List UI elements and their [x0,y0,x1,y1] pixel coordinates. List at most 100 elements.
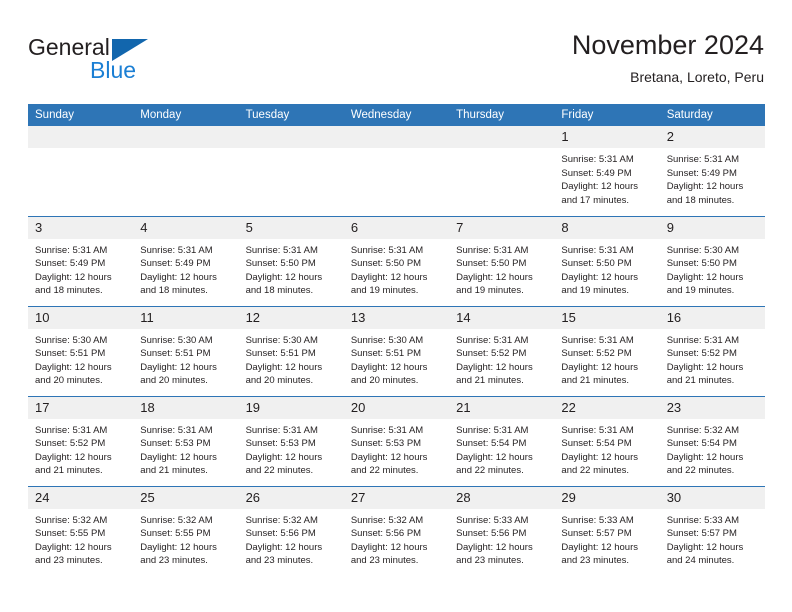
calendar-day-cell[interactable]: 16 Sunrise: 5:31 AM Sunset: 5:52 PM Dayligh… [659,305,765,396]
daylight-text: Daylight: 12 hours and 23 minutes. [140,541,217,567]
calendar-day-cell[interactable]: 20 Sunrise: 5:31 AM Sunset: 5:53 PM Dayligh… [343,395,450,486]
sunset-text: Sunset: 5:50 PM [350,258,422,269]
day-number: 1 [554,126,660,148]
day-details: Sunrise: 5:32 AM Sunset: 5:55 PM Daylight:… [133,509,238,568]
calendar-day-cell[interactable]: 27 Sunrise: 5:32 AM Sunset: 5:56 PM Dayligh… [343,485,450,576]
day-number: 8 [554,216,660,239]
sunrise-text: Sunrise: 5:30 AM [666,244,740,256]
sunrise-text: Sunrise: 5:31 AM [350,244,424,256]
sunset-text: Sunset: 5:51 PM [35,348,106,359]
day-number: 7 [449,216,555,239]
calendar-day-cell[interactable]: 14 Sunrise: 5:31 AM Sunset: 5:52 PM Dayligh… [449,305,555,396]
sunset-text: Sunset: 5:57 PM [666,528,737,539]
day-details: Sunrise: 5:32 AM Sunset: 5:56 PM Daylight:… [239,509,344,568]
day-number: 26 [238,486,344,509]
calendar-day-cell[interactable]: 25 Sunrise: 5:32 AM Sunset: 5:55 PM Dayligh… [133,485,239,576]
sunset-text: Sunset: 5:54 PM [561,438,632,449]
sunset-text: Sunset: 5:51 PM [140,348,211,359]
calendar-day-cell[interactable]: 8 Sunrise: 5:31 AM Sunset: 5:50 PM Daylight… [554,215,660,306]
sunset-text: Sunset: 5:56 PM [350,528,422,539]
daylight-text: Daylight: 12 hours and 21 minutes. [35,451,112,477]
calendar-day-cell[interactable]: 13 Sunrise: 5:30 AM Sunset: 5:51 PM Dayligh… [343,305,450,396]
calendar-day-cell[interactable]: 19 Sunrise: 5:31 AM Sunset: 5:53 PM Dayligh… [238,395,344,486]
calendar-day-cell[interactable]: 2 Sunrise: 5:31 AM Sunset: 5:49 PM Daylight… [659,126,765,216]
general-blue-logo[interactable]: General Blue [28,34,218,83]
day-details: Sunrise: 5:33 AM Sunset: 5:57 PM Daylight:… [660,509,765,568]
daylight-text: Daylight: 12 hours and 22 minutes. [245,451,323,477]
daylight-text: Daylight: 12 hours and 23 minutes. [456,541,533,567]
calendar-day-cell[interactable]: 7 Sunrise: 5:31 AM Sunset: 5:50 PM Daylight… [449,215,555,306]
day-number: 20 [343,396,450,419]
day-number: 19 [238,396,344,419]
day-number: 11 [133,306,239,329]
sunset-text: Sunset: 5:52 PM [666,348,737,359]
calendar-day-cell[interactable]: 17 Sunrise: 5:31 AM Sunset: 5:52 PM Dayligh… [28,395,134,486]
daylight-text: Daylight: 12 hours and 23 minutes. [35,541,112,567]
sunset-text: Sunset: 5:49 PM [35,258,106,269]
calendar-day-cell[interactable]: 29 Sunrise: 5:33 AM Sunset: 5:57 PM Dayligh… [554,485,660,576]
calendar-day-cell[interactable]: 6 Sunrise: 5:31 AM Sunset: 5:50 PM Daylight… [343,215,450,306]
day-details: Sunrise: 5:31 AM Sunset: 5:52 PM Daylight:… [554,329,659,388]
daylight-text: Daylight: 12 hours and 22 minutes. [350,451,428,477]
weekday-header-saturday: Saturday [659,104,765,126]
day-details: Sunrise: 5:33 AM Sunset: 5:56 PM Daylight:… [449,509,554,568]
calendar-day-cell[interactable]: 24 Sunrise: 5:32 AM Sunset: 5:55 PM Dayligh… [28,485,134,576]
calendar-day-cell[interactable]: 23 Sunrise: 5:32 AM Sunset: 5:54 PM Dayligh… [659,395,765,486]
calendar-day-cell[interactable]: 5 Sunrise: 5:31 AM Sunset: 5:50 PM Daylight… [238,215,344,306]
calendar-day-cell[interactable]: 9 Sunrise: 5:30 AM Sunset: 5:50 PM Daylight… [659,215,765,306]
daylight-text: Daylight: 12 hours and 21 minutes. [140,451,217,477]
calendar-day-cell[interactable]: 30 Sunrise: 5:33 AM Sunset: 5:57 PM Dayligh… [659,485,765,576]
calendar-page: General Blue November 2024 Bretana, Lore… [0,0,792,612]
sunset-text: Sunset: 5:54 PM [456,438,527,449]
calendar-day-cell[interactable]: 22 Sunrise: 5:31 AM Sunset: 5:54 PM Dayligh… [554,395,660,486]
sunrise-text: Sunrise: 5:31 AM [456,334,529,346]
sunrise-text: Sunrise: 5:30 AM [140,334,213,346]
day-details: Sunrise: 5:31 AM Sunset: 5:53 PM Daylight:… [133,419,238,478]
day-number: 13 [343,306,450,329]
sunset-text: Sunset: 5:52 PM [35,438,106,449]
sunset-text: Sunset: 5:56 PM [456,528,527,539]
day-number: 10 [28,306,134,329]
sunset-text: Sunset: 5:57 PM [561,528,632,539]
sunrise-text: Sunrise: 5:31 AM [35,424,108,436]
sunrise-text: Sunrise: 5:31 AM [666,334,740,346]
day-details: Sunrise: 5:32 AM Sunset: 5:54 PM Daylight:… [660,419,765,478]
day-details: Sunrise: 5:32 AM Sunset: 5:55 PM Daylight:… [28,509,133,568]
day-number: 22 [554,396,660,419]
day-number: 24 [28,486,134,509]
day-number: 18 [133,396,239,419]
calendar-day-cell[interactable]: 11 Sunrise: 5:30 AM Sunset: 5:51 PM Dayligh… [133,305,239,396]
calendar-day-cell[interactable]: 4 Sunrise: 5:31 AM Sunset: 5:49 PM Daylight… [133,215,239,306]
weekday-header-friday: Friday [554,104,660,126]
calendar-day-cell[interactable]: 26 Sunrise: 5:32 AM Sunset: 5:56 PM Dayligh… [238,485,344,576]
calendar-day-cell[interactable]: 28 Sunrise: 5:33 AM Sunset: 5:56 PM Dayligh… [449,485,555,576]
calendar-day-cell[interactable]: 3 Sunrise: 5:31 AM Sunset: 5:49 PM Daylight… [28,215,134,306]
daylight-text: Daylight: 12 hours and 20 minutes. [350,361,428,387]
calendar-day-cell[interactable]: 15 Sunrise: 5:31 AM Sunset: 5:52 PM Dayligh… [554,305,660,396]
daylight-text: Daylight: 12 hours and 20 minutes. [245,361,323,387]
day-details: Sunrise: 5:31 AM Sunset: 5:50 PM Daylight:… [239,239,344,298]
day-details: Sunrise: 5:31 AM Sunset: 5:54 PM Daylight:… [449,419,554,478]
calendar-day-cell[interactable]: 18 Sunrise: 5:31 AM Sunset: 5:53 PM Dayligh… [133,395,239,486]
daylight-text: Daylight: 12 hours and 23 minutes. [561,541,638,567]
daylight-text: Daylight: 12 hours and 23 minutes. [350,541,428,567]
sunrise-text: Sunrise: 5:30 AM [35,334,108,346]
sunrise-text: Sunrise: 5:32 AM [666,424,740,436]
calendar-day-cell[interactable]: 10 Sunrise: 5:30 AM Sunset: 5:51 PM Dayligh… [28,305,134,396]
daylight-text: Daylight: 12 hours and 22 minutes. [561,451,638,477]
day-details: Sunrise: 5:31 AM Sunset: 5:49 PM Daylight:… [28,239,133,298]
daylight-text: Daylight: 12 hours and 18 minutes. [245,271,323,297]
sunrise-text: Sunrise: 5:31 AM [245,244,318,256]
calendar-week-row: 3 Sunrise: 5:31 AM Sunset: 5:49 PM Daylight… [28,215,765,306]
weekday-header-thursday: Thursday [449,104,555,126]
daylight-text: Daylight: 12 hours and 21 minutes. [456,361,533,387]
day-number: 2 [659,126,765,148]
day-details: Sunrise: 5:30 AM Sunset: 5:51 PM Daylight:… [344,329,449,388]
calendar-day-cell-empty [343,126,450,216]
title-block: November 2024 Bretana, Loreto, Peru [572,28,764,88]
day-number: 28 [449,486,555,509]
calendar-day-cell[interactable]: 1 Sunrise: 5:31 AM Sunset: 5:49 PM Daylight… [554,126,660,216]
calendar-day-cell[interactable]: 12 Sunrise: 5:30 AM Sunset: 5:51 PM Dayligh… [238,305,344,396]
sunset-text: Sunset: 5:53 PM [350,438,422,449]
calendar-day-cell[interactable]: 21 Sunrise: 5:31 AM Sunset: 5:54 PM Dayligh… [449,395,555,486]
